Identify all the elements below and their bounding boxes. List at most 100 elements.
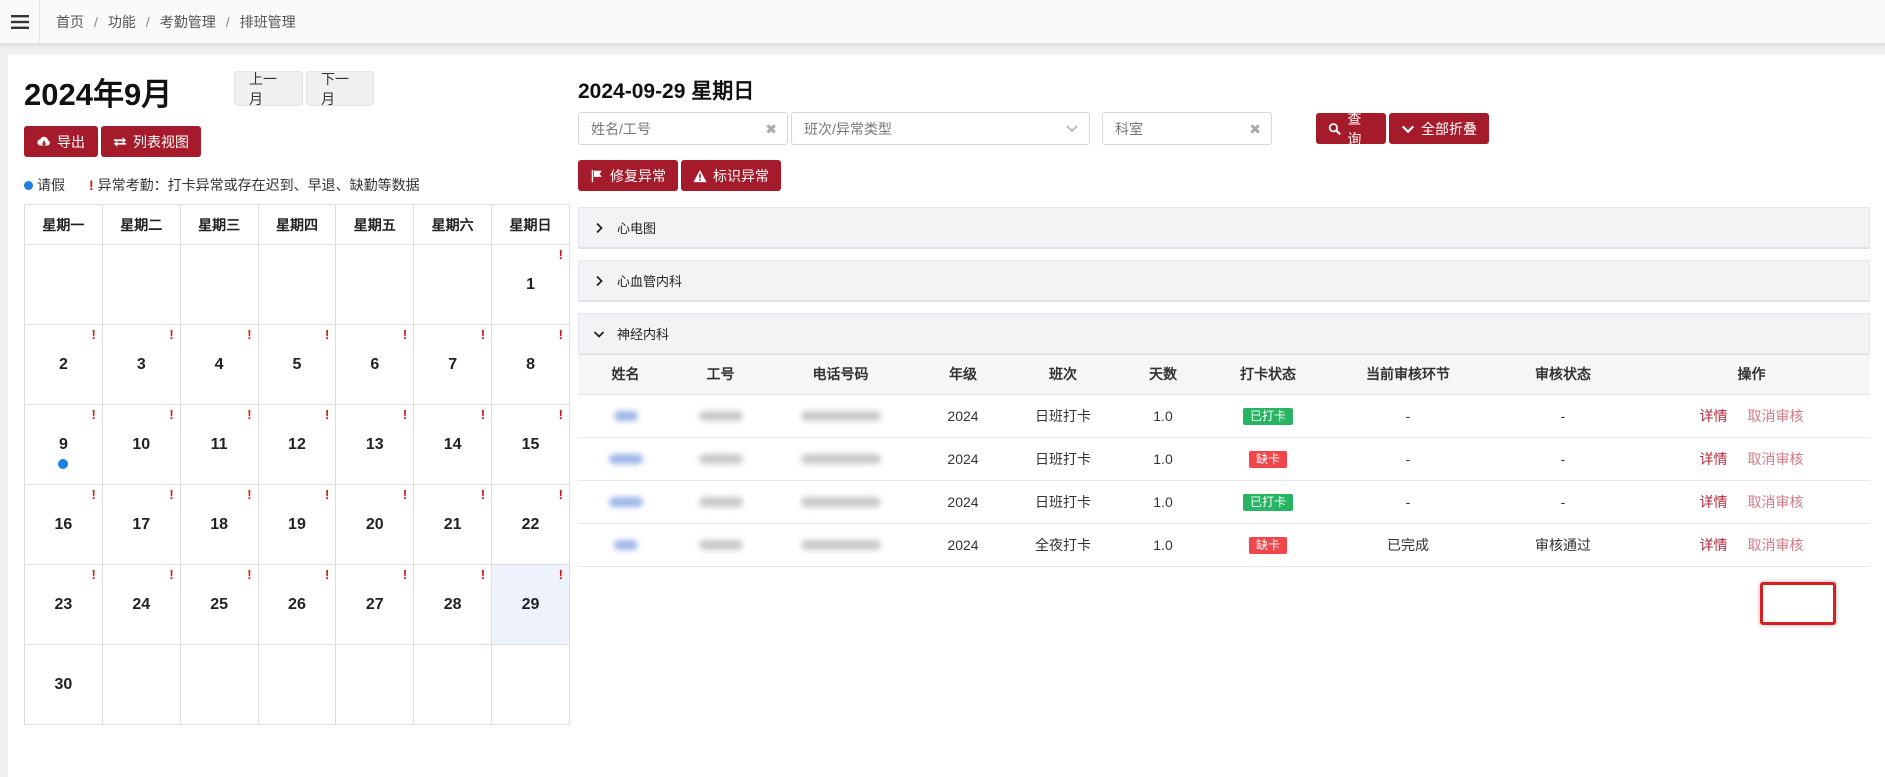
cancel-review-link[interactable]: 取消审核 — [1748, 494, 1804, 510]
redacted-name[interactable] — [613, 410, 638, 421]
calendar-day[interactable]: 18! — [179, 484, 259, 565]
weekday-header: 星期四 — [257, 204, 337, 245]
calendar-day[interactable]: 24! — [101, 564, 181, 645]
clear-icon[interactable]: ✖ — [765, 121, 777, 138]
calendar-day[interactable]: 8! — [491, 324, 570, 405]
calendar-day[interactable]: 27! — [335, 564, 415, 645]
redacted-name[interactable] — [608, 453, 643, 464]
chevron-down-icon — [1401, 125, 1415, 133]
weekday-header: 星期二 — [101, 204, 181, 245]
abnormal-mark-icon: ! — [169, 567, 174, 582]
detail-link[interactable]: 详情 — [1700, 451, 1728, 467]
name-cell[interactable] — [578, 480, 673, 524]
redacted-name[interactable] — [608, 496, 643, 507]
breadcrumb-home[interactable]: 首页 — [56, 12, 84, 32]
section-ecg[interactable]: 心电图 — [578, 207, 1870, 249]
shift-select[interactable]: 班次/异常类型 — [791, 112, 1090, 145]
section-neurology[interactable]: 神经内科 — [578, 313, 1870, 355]
section-cardiology[interactable]: 心血管内科 — [578, 260, 1870, 302]
grade-cell: 2024 — [913, 394, 1013, 438]
calendar-day[interactable]: 15! — [491, 404, 570, 485]
abnormal-mark-icon: ! — [169, 407, 174, 422]
name-cell[interactable] — [578, 437, 673, 481]
day-number: 22 — [521, 516, 540, 533]
department-input[interactable]: 科室 ✖ — [1102, 112, 1272, 145]
detail-link[interactable]: 详情 — [1700, 537, 1728, 553]
collapse-all-button[interactable]: 全部折叠 — [1389, 113, 1489, 144]
next-month-button[interactable]: 下一月 — [306, 71, 374, 107]
table-row: 2024 日班打卡 1.0 已打卡 - - 详情 取消审核 — [578, 394, 1870, 438]
fix-abnormal-button[interactable]: 修复异常 — [578, 160, 678, 191]
name-search-placeholder: 姓名/工号 — [591, 120, 651, 137]
detail-link[interactable]: 详情 — [1700, 408, 1728, 424]
day-number: 29 — [521, 596, 540, 613]
detail-link[interactable]: 详情 — [1700, 494, 1728, 510]
breadcrumb-attendance[interactable]: 考勤管理 — [160, 12, 216, 32]
prev-month-button[interactable]: 上一月 — [234, 71, 303, 107]
calendar-day[interactable]: 28! — [413, 564, 493, 645]
calendar-day[interactable]: 6! — [335, 324, 415, 405]
calendar-day[interactable]: 4! — [179, 324, 259, 405]
calendar-day[interactable]: 7! — [413, 324, 493, 405]
review-stage-cell: - — [1323, 394, 1493, 438]
abnormal-mark-icon: ! — [247, 487, 252, 502]
menu-toggle-button[interactable] — [0, 0, 40, 44]
punch-status-badge: 缺卡 — [1248, 536, 1287, 554]
cancel-review-link[interactable]: 取消审核 — [1748, 451, 1804, 467]
query-button[interactable]: 查询 — [1316, 111, 1386, 147]
calendar-day[interactable]: 5! — [257, 324, 337, 405]
column-header: 天数 — [1113, 355, 1213, 395]
name-cell[interactable] — [578, 523, 673, 567]
redacted-name[interactable] — [613, 539, 638, 550]
calendar-day[interactable]: 25! — [179, 564, 259, 645]
table-row: 2024 全夜打卡 1.0 缺卡 已完成 审核通过 详情 取消审核 — [578, 523, 1870, 567]
shift-select-placeholder: 班次/异常类型 — [804, 120, 892, 137]
abnormal-mark-icon: ! — [558, 487, 563, 502]
export-label: 导出 — [57, 133, 85, 150]
days-cell: 1.0 — [1113, 394, 1213, 438]
calendar-day[interactable]: 22! — [491, 484, 570, 565]
calendar-empty-cell — [413, 244, 493, 325]
list-view-button[interactable]: 列表视图 — [101, 126, 201, 157]
export-button[interactable]: 导出 — [24, 126, 98, 157]
calendar-day[interactable]: 21! — [413, 484, 493, 565]
calendar-day[interactable]: 26! — [257, 564, 337, 645]
calendar-day[interactable]: 19! — [257, 484, 337, 565]
breadcrumb-function[interactable]: 功能 — [108, 12, 136, 32]
redacted-phone — [800, 496, 881, 507]
name-search-input[interactable]: 姓名/工号 ✖ — [578, 112, 788, 145]
cancel-review-link[interactable]: 取消审核 — [1748, 408, 1804, 424]
redacted-phone — [800, 453, 881, 464]
calendar-empty-cell — [335, 244, 415, 325]
phone-cell — [768, 523, 913, 567]
calendar-day[interactable]: 3! — [101, 324, 181, 405]
redacted-id — [698, 496, 743, 507]
calendar-day[interactable]: 10! — [101, 404, 181, 485]
name-cell[interactable] — [578, 394, 673, 438]
calendar-day[interactable]: 30 — [24, 644, 103, 725]
abnormal-mark-icon: ! — [402, 327, 408, 342]
abnormal-mark-icon: ! — [91, 407, 96, 422]
calendar-day[interactable]: 1! — [491, 244, 570, 325]
calendar-day[interactable]: 29! — [491, 564, 570, 645]
mark-abnormal-button[interactable]: 标识异常 — [681, 160, 781, 191]
punch-status-badge: 已打卡 — [1242, 493, 1293, 511]
calendar-day[interactable]: 9! — [24, 404, 103, 485]
section-label: 神经内科 — [617, 327, 670, 342]
calendar-day[interactable]: 11! — [179, 404, 259, 485]
clear-icon[interactable]: ✖ — [1249, 121, 1261, 138]
calendar-day[interactable]: 17! — [101, 484, 181, 565]
calendar-day[interactable]: 2! — [24, 324, 103, 405]
calendar-day[interactable]: 14! — [413, 404, 493, 485]
month-calendar: 星期一 星期二 星期三 星期四 星期五 星期六 星期日 1! 2! 3! 4! 5! 6! 7! 8! 9!… — [24, 204, 570, 725]
calendar-day[interactable]: 16! — [24, 484, 103, 565]
status-cell: 已打卡 — [1213, 480, 1323, 524]
abnormal-mark-icon: ! — [325, 327, 330, 342]
calendar-day[interactable]: 13! — [335, 404, 415, 485]
redacted-id — [698, 410, 743, 421]
calendar-day[interactable]: 20! — [335, 484, 415, 565]
cancel-review-link[interactable]: 取消审核 — [1748, 537, 1804, 553]
calendar-day[interactable]: 12! — [257, 404, 337, 485]
day-number: 14 — [443, 436, 462, 453]
calendar-day[interactable]: 23! — [24, 564, 103, 645]
